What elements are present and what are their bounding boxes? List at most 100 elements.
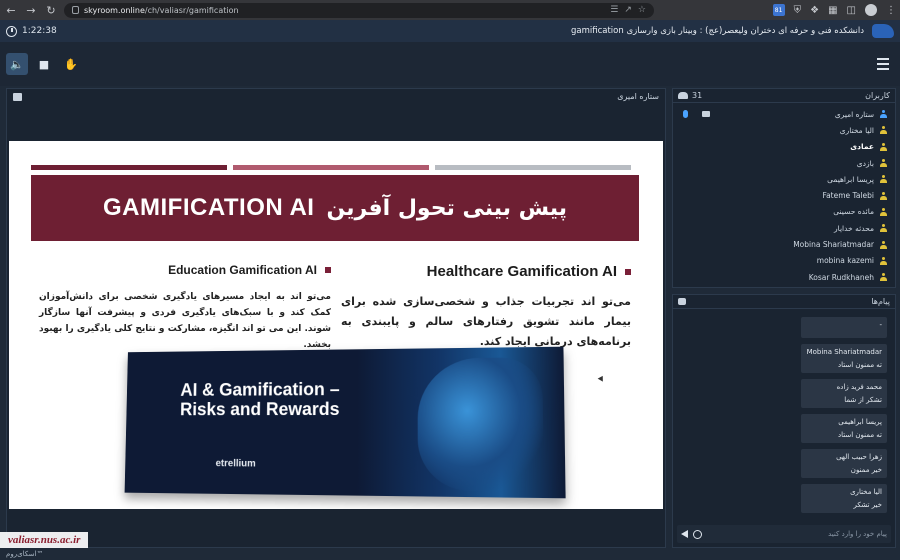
user-row[interactable]: بازدی xyxy=(673,155,895,171)
bookmark-star-icon[interactable]: ☆ xyxy=(638,5,646,15)
user-name: عمادی xyxy=(850,142,874,152)
message-list[interactable]: - Mobina Shariatmadar ته ممنون استاد محمد ف… xyxy=(673,317,895,521)
users-count: 31 xyxy=(692,91,703,100)
user-name: محدثه خدایار xyxy=(834,223,874,233)
shield-icon[interactable]: ⛨ xyxy=(794,5,802,16)
clock-icon xyxy=(6,25,17,37)
reading-list-icon[interactable]: ▦ xyxy=(828,5,837,16)
user-name: ستاره امیری xyxy=(834,109,874,119)
user-row[interactable]: Mobina Shariatmadar xyxy=(673,236,895,252)
skyroom-logo xyxy=(872,24,894,38)
user-name: mobina kazemi xyxy=(816,256,874,266)
browser-menu-icon[interactable]: ⋮ xyxy=(886,5,896,16)
user-row[interactable]: عمادی xyxy=(673,139,895,155)
promo-title: AI & Gamification – Risks and Rewards xyxy=(179,379,340,420)
message-text: خیر تشکر xyxy=(853,501,882,509)
forward-icon[interactable]: → xyxy=(24,3,38,17)
emoji-icon[interactable] xyxy=(693,529,702,539)
browser-toolbar: ← → ↻ skyroom.online/ch/valiasr/gamifica… xyxy=(0,0,900,20)
hamburger-menu-icon[interactable] xyxy=(872,53,894,75)
site-info-icon[interactable] xyxy=(72,6,79,14)
person-icon xyxy=(880,142,887,151)
shared-slide: GAMIFICATION AI پیش بینی تحول آفرین Educ… xyxy=(9,141,663,509)
user-name: پریسا ابراهیمی xyxy=(827,174,874,184)
person-icon xyxy=(880,240,887,249)
person-icon xyxy=(880,126,887,135)
healthcare-heading: Healthcare Gamification AI xyxy=(341,263,631,280)
user-row[interactable]: مائده حسینی xyxy=(673,204,895,220)
folder-icon[interactable]: ■ xyxy=(33,53,55,75)
user-row[interactable]: محدثه خدایار xyxy=(673,220,895,236)
message-sender: محمد فرید زاده xyxy=(836,383,882,391)
stripe-light xyxy=(435,165,631,170)
message-text: ته ممنون استاد xyxy=(838,361,882,369)
stripe-medium xyxy=(233,165,429,170)
slide-title-fa: پیش بینی تحول آفرین xyxy=(326,195,567,221)
speaker-icon[interactable]: 🔈 xyxy=(6,53,28,75)
person-icon xyxy=(880,110,887,119)
user-row[interactable]: ستاره امیری xyxy=(673,106,895,122)
person-icon xyxy=(880,224,887,233)
raise-hand-icon[interactable]: ✋ xyxy=(60,53,82,75)
healthcare-text: می‌تو اند تجربیات جذاب و شخصی‌سازی شده ب… xyxy=(341,295,631,348)
users-title: کاربران xyxy=(865,91,890,100)
person-icon xyxy=(880,191,887,200)
chat-message: Mobina Shariatmadar ته ممنون استاد xyxy=(801,344,887,373)
chat-panel: پیام‌ها - Mobina Shariatmadar ته ممنون است… xyxy=(672,294,896,548)
user-row[interactable]: Fateme Talebi xyxy=(673,187,895,203)
user-row[interactable]: پریسا ابراهیمی xyxy=(673,171,895,187)
bullet-icon xyxy=(325,267,331,273)
education-heading: Education Gamification AI xyxy=(39,263,331,277)
address-bar[interactable]: skyroom.online/ch/valiasr/gamification ☰… xyxy=(64,2,654,18)
message-sender: زهرا حبیب الهی xyxy=(836,453,882,461)
profile-avatar[interactable] xyxy=(865,4,877,16)
microphone-icon[interactable] xyxy=(683,110,688,119)
user-name: Fateme Talebi xyxy=(822,191,874,201)
person-icon xyxy=(880,175,887,184)
send-icon[interactable] xyxy=(681,530,688,538)
meeting-toolbar: 🔈 ■ ✋ xyxy=(0,42,900,86)
session-timer: 1:22:38 xyxy=(6,25,57,37)
user-name: Mobina Shariatmadar xyxy=(793,240,874,250)
user-row[interactable]: الیا مختاری xyxy=(673,122,895,138)
chat-input[interactable] xyxy=(747,530,887,538)
back-icon[interactable]: ← xyxy=(4,3,18,17)
url-host: skyroom.online xyxy=(84,5,145,15)
education-heading-text: Education Gamification AI xyxy=(168,263,317,277)
timer-value: 1:22:38 xyxy=(22,26,57,36)
promo-image: AI & Gamification – Risks and Rewards et… xyxy=(124,346,566,499)
translate-icon[interactable]: ☰ xyxy=(610,5,618,15)
reload-icon[interactable]: ↻ xyxy=(44,3,58,17)
chat-title: پیام‌ها xyxy=(871,297,890,306)
message-sender: - xyxy=(879,321,882,329)
screen-share-icon xyxy=(13,92,22,101)
user-name: Kosar Rudkhaneh xyxy=(808,272,874,282)
url-path: /ch/valiasr/gamification xyxy=(144,5,239,15)
user-name: الیا مختاری xyxy=(839,125,874,135)
bullet-icon xyxy=(625,268,631,275)
healthcare-column: Healthcare Gamification AI می‌تو اند تجر… xyxy=(341,263,631,352)
slide-title-en: GAMIFICATION AI xyxy=(103,194,315,221)
person-icon xyxy=(880,273,887,282)
stripe-dark xyxy=(31,165,227,170)
user-row[interactable]: Kosar Rudkhaneh xyxy=(673,269,895,285)
share-icon[interactable]: ↗ xyxy=(624,5,632,15)
person-icon xyxy=(880,256,887,265)
person-icon xyxy=(880,207,887,216)
camera-icon[interactable] xyxy=(702,111,710,118)
message-sender: پریسا ابراهیمی xyxy=(838,418,882,426)
education-column: Education Gamification AI می‌تو اند به ا… xyxy=(39,263,331,353)
presentation-header: ستاره امیری xyxy=(7,89,665,104)
ai-face-graphic xyxy=(417,357,544,492)
user-row[interactable]: mobina kazemi xyxy=(673,253,895,269)
message-text: تشکر از شما xyxy=(844,396,882,404)
extension-badge-icon[interactable]: 81 xyxy=(772,4,785,16)
extensions-puzzle-icon[interactable]: ❖ xyxy=(810,5,819,16)
footer-brand: اسکای‌روم™ xyxy=(6,550,44,558)
side-panel-icon[interactable]: ◫ xyxy=(847,5,856,16)
chat-header: پیام‌ها xyxy=(673,295,895,309)
healthcare-heading-text: Healthcare Gamification AI xyxy=(426,263,617,280)
presenter-name: ستاره امیری xyxy=(617,92,659,101)
users-icon xyxy=(678,92,688,99)
user-name: مائده حسینی xyxy=(833,207,874,217)
